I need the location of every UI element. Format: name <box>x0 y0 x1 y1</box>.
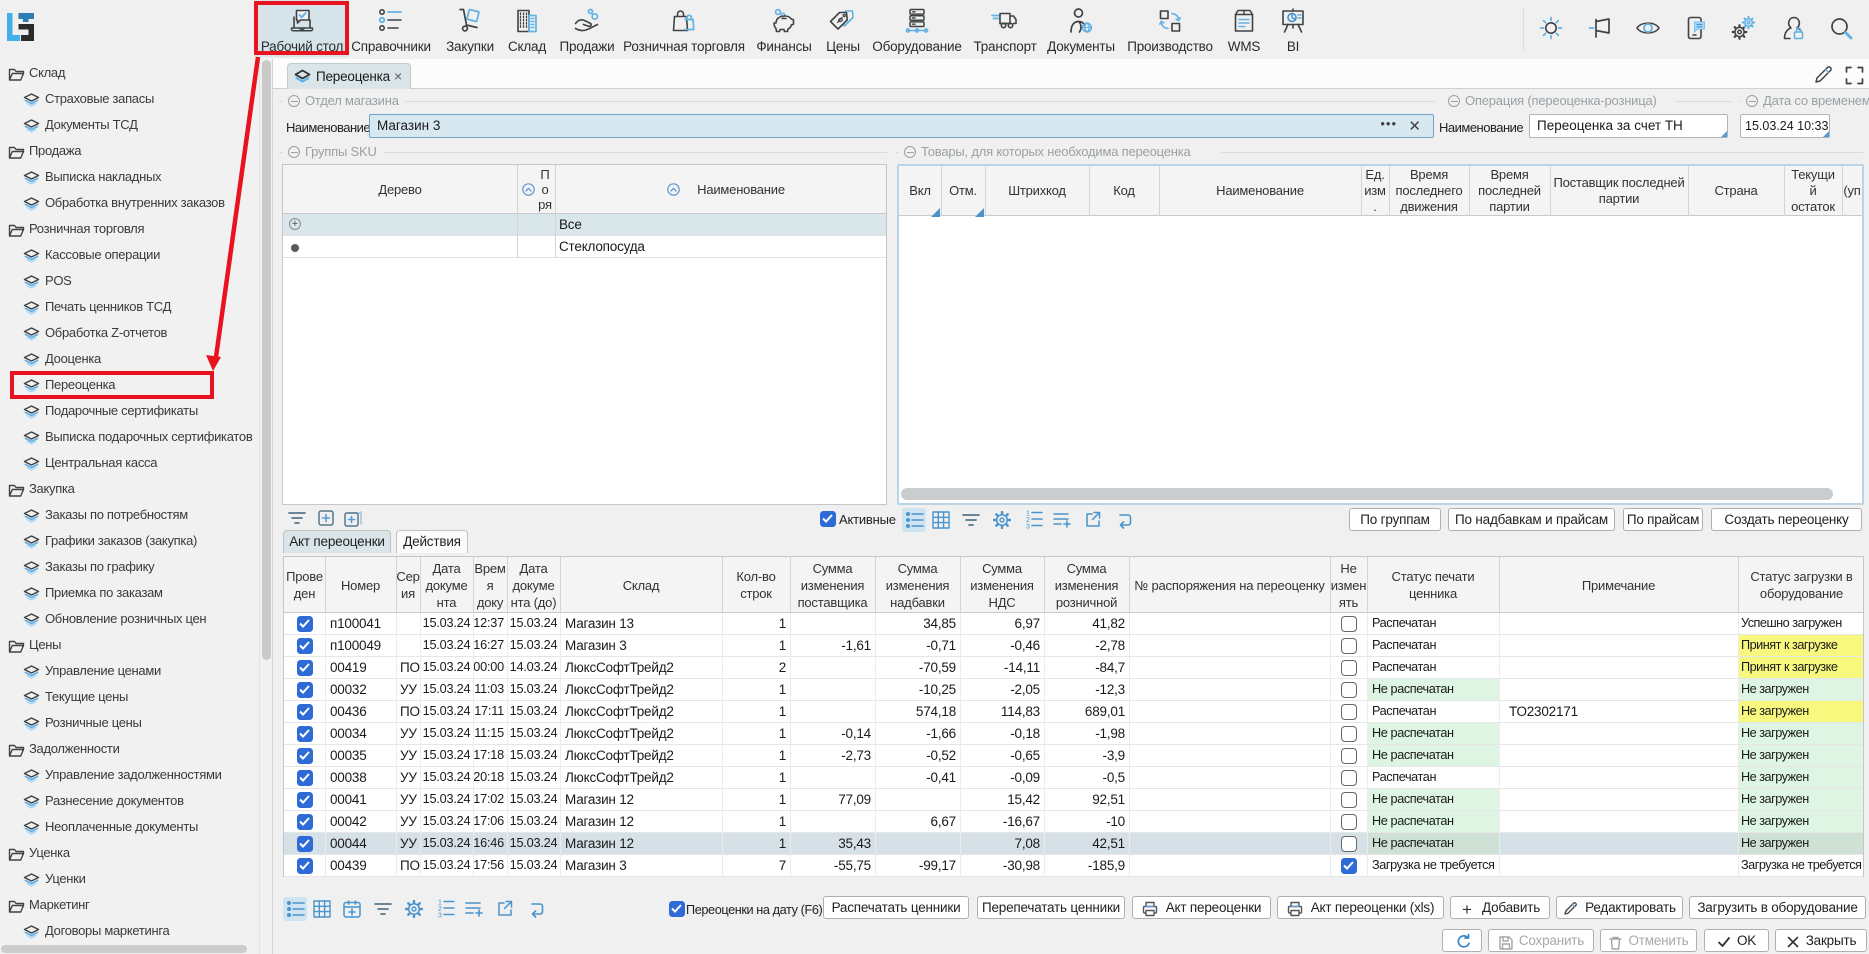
svg-text:3: 3 <box>438 913 442 919</box>
svg-text:3: 3 <box>1026 524 1030 530</box>
